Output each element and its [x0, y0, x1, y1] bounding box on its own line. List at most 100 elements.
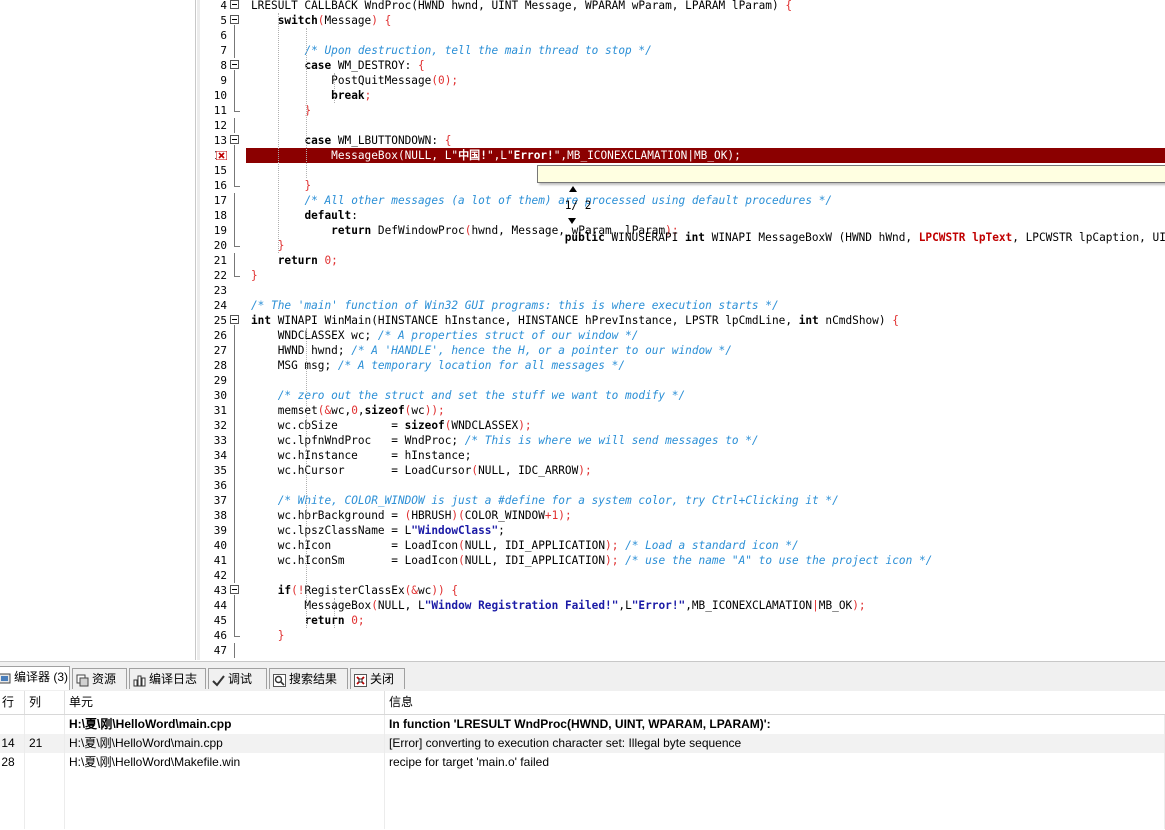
code-line[interactable]: 28 MSG msg; /* A temporary location for … — [200, 358, 1165, 373]
code-line[interactable]: 29 — [200, 373, 1165, 388]
line-number[interactable]: 34 — [200, 448, 227, 463]
fold-toggle-icon[interactable] — [230, 135, 239, 144]
header-info[interactable]: 信息 — [385, 691, 1165, 714]
message-row[interactable]: 28 H:\夏\刚\HelloWord\Makefile.win recipe fo… — [0, 753, 1165, 772]
line-number[interactable]: 20 — [200, 238, 227, 253]
empty-row[interactable] — [0, 810, 1165, 829]
code-line[interactable]: 21 return 0; — [200, 253, 1165, 268]
code-line[interactable]: 35 wc.hCursor = LoadCursor(NULL, IDC_ARR… — [200, 463, 1165, 478]
code-line[interactable]: 43 if(!RegisterClassEx(&wc)) { — [200, 583, 1165, 598]
empty-row[interactable] — [0, 791, 1165, 810]
line-number[interactable]: 7 — [200, 43, 227, 58]
code-line[interactable]: 23 — [200, 283, 1165, 298]
line-number[interactable]: 4 — [200, 0, 227, 13]
code-line[interactable]: 11 } — [200, 103, 1165, 118]
fold-toggle-icon[interactable] — [230, 0, 239, 9]
fold-toggle-icon[interactable] — [230, 585, 239, 594]
code-line[interactable]: 36 — [200, 478, 1165, 493]
code-line[interactable]: 17 /* All other messages (a lot of them)… — [200, 193, 1165, 208]
code-line[interactable]: 34 wc.hInstance = hInstance; — [200, 448, 1165, 463]
code-line[interactable]: 5 switch(Message) { — [200, 13, 1165, 28]
line-number[interactable]: 37 — [200, 493, 227, 508]
code-line[interactable]: 41 wc.hIconSm = LoadIcon(NULL, IDI_APPLI… — [200, 553, 1165, 568]
line-number[interactable]: 33 — [200, 433, 227, 448]
line-number[interactable]: 46 — [200, 628, 227, 643]
code-line[interactable]: 26 WNDCLASSEX wc; /* A properties struct… — [200, 328, 1165, 343]
line-number[interactable]: 42 — [200, 568, 227, 583]
line-number[interactable]: 28 — [200, 358, 227, 373]
tab-close[interactable]: 关闭 — [350, 668, 405, 689]
line-number[interactable]: 19 — [200, 223, 227, 238]
line-number[interactable]: 47 — [200, 643, 227, 658]
line-number[interactable]: 11 — [200, 103, 227, 118]
code-line[interactable]: 4 LRESULT CALLBACK WndProc(HWND hwnd, UIN… — [200, 0, 1165, 13]
code-line[interactable]: 14 MessageBox(NULL, L"中国!",L"Error!",MB_… — [214, 148, 1165, 163]
code-editor[interactable]: 4 LRESULT CALLBACK WndProc(HWND hwnd, UIN… — [200, 0, 1165, 660]
tab-search-results[interactable]: 搜索结果 — [269, 668, 348, 689]
code-line[interactable]: 10 break; — [200, 88, 1165, 103]
line-number[interactable]: 30 — [200, 388, 227, 403]
tab-log-chart[interactable]: 编译日志 — [129, 668, 206, 689]
code-line[interactable]: 39 wc.lpszClassName = L"WindowClass"; — [200, 523, 1165, 538]
header-unit[interactable]: 单元 — [65, 691, 385, 714]
line-number[interactable]: 43 — [200, 583, 227, 598]
line-number[interactable]: 6 — [200, 28, 227, 43]
code-line[interactable]: 32 wc.cbSize = sizeof(WNDCLASSEX); — [200, 418, 1165, 433]
error-marker-icon[interactable] — [216, 151, 227, 160]
line-number[interactable]: 26 — [200, 328, 227, 343]
code-line[interactable]: 40 wc.hIcon = LoadIcon(NULL, IDI_APPLICA… — [200, 538, 1165, 553]
tooltip-prev-arrow-icon[interactable] — [568, 186, 577, 192]
line-number[interactable]: 23 — [200, 283, 227, 298]
line-number[interactable]: 44 — [200, 598, 227, 613]
code-line[interactable]: 27 HWND hwnd; /* A 'HANDLE', hence the H… — [200, 343, 1165, 358]
line-number[interactable]: 39 — [200, 523, 227, 538]
code-line[interactable]: 7 /* Upon destruction, tell the main thr… — [200, 43, 1165, 58]
line-number[interactable]: 40 — [200, 538, 227, 553]
code-line[interactable]: 8 case WM_DESTROY: { — [200, 58, 1165, 73]
line-number[interactable]: 32 — [200, 418, 227, 433]
code-line[interactable]: 44 MessageBox(NULL, L"Window Registratio… — [200, 598, 1165, 613]
code-line[interactable]: 9 PostQuitMessage(0); — [200, 73, 1165, 88]
code-line[interactable]: 18 default: — [200, 208, 1165, 223]
line-number[interactable]: 8 — [200, 58, 227, 73]
header-line[interactable]: 行 — [0, 691, 25, 714]
tab-resource[interactable]: 资源 — [72, 668, 127, 689]
line-number[interactable]: 38 — [200, 508, 227, 523]
line-number[interactable]: 18 — [200, 208, 227, 223]
line-number[interactable]: 12 — [200, 118, 227, 133]
line-number[interactable]: 27 — [200, 343, 227, 358]
code-line[interactable]: 30 /* zero out the struct and set the st… — [200, 388, 1165, 403]
code-line[interactable]: 13 case WM_LBUTTONDOWN: { — [200, 133, 1165, 148]
code-line[interactable]: 12 — [200, 118, 1165, 133]
line-number[interactable]: 9 — [200, 73, 227, 88]
tab-debug-check[interactable]: 调试 — [208, 668, 267, 689]
line-number[interactable]: 35 — [200, 463, 227, 478]
line-number[interactable]: 15 — [200, 163, 227, 178]
tab-compiler[interactable]: 编译器 (3) — [0, 666, 70, 690]
line-number[interactable]: 21 — [200, 253, 227, 268]
line-number[interactable]: 36 — [200, 478, 227, 493]
code-line[interactable]: 24 /* The 'main' function of Win32 GUI pr… — [200, 298, 1165, 313]
message-row[interactable]: H:\夏\刚\HelloWord\main.cpp In function 'LR… — [0, 715, 1165, 734]
fold-toggle-icon[interactable] — [230, 15, 239, 24]
line-number[interactable]: 16 — [200, 178, 227, 193]
code-line[interactable]: 25 int WINAPI WinMain(HINSTANCE hInstance… — [200, 313, 1165, 328]
code-line[interactable]: 42 — [200, 568, 1165, 583]
code-line[interactable]: 47 — [200, 643, 1165, 658]
line-number[interactable]: 10 — [200, 88, 227, 103]
line-number[interactable]: 22 — [200, 268, 227, 283]
code-line[interactable]: 6 — [200, 28, 1165, 43]
code-line[interactable]: 22} — [200, 268, 1165, 283]
code-line[interactable]: 31 memset(&wc,0,sizeof(wc)); — [200, 403, 1165, 418]
code-line[interactable]: 37 /* White, COLOR_WINDOW is just a #def… — [200, 493, 1165, 508]
header-column[interactable]: 列 — [25, 691, 65, 714]
line-number[interactable]: 41 — [200, 553, 227, 568]
code-line[interactable]: 38 wc.hbrBackground = (HBRUSH)(COLOR_WIN… — [200, 508, 1165, 523]
line-number[interactable]: 5 — [200, 13, 227, 28]
line-number[interactable]: 31 — [200, 403, 227, 418]
fold-toggle-icon[interactable] — [230, 315, 239, 324]
code-line[interactable]: 33 wc.lpfnWndProc = WndProc; /* This is … — [200, 433, 1165, 448]
line-number[interactable]: 25 — [200, 313, 227, 328]
line-number[interactable]: 13 — [200, 133, 227, 148]
tooltip-next-arrow-icon[interactable] — [567, 218, 576, 224]
